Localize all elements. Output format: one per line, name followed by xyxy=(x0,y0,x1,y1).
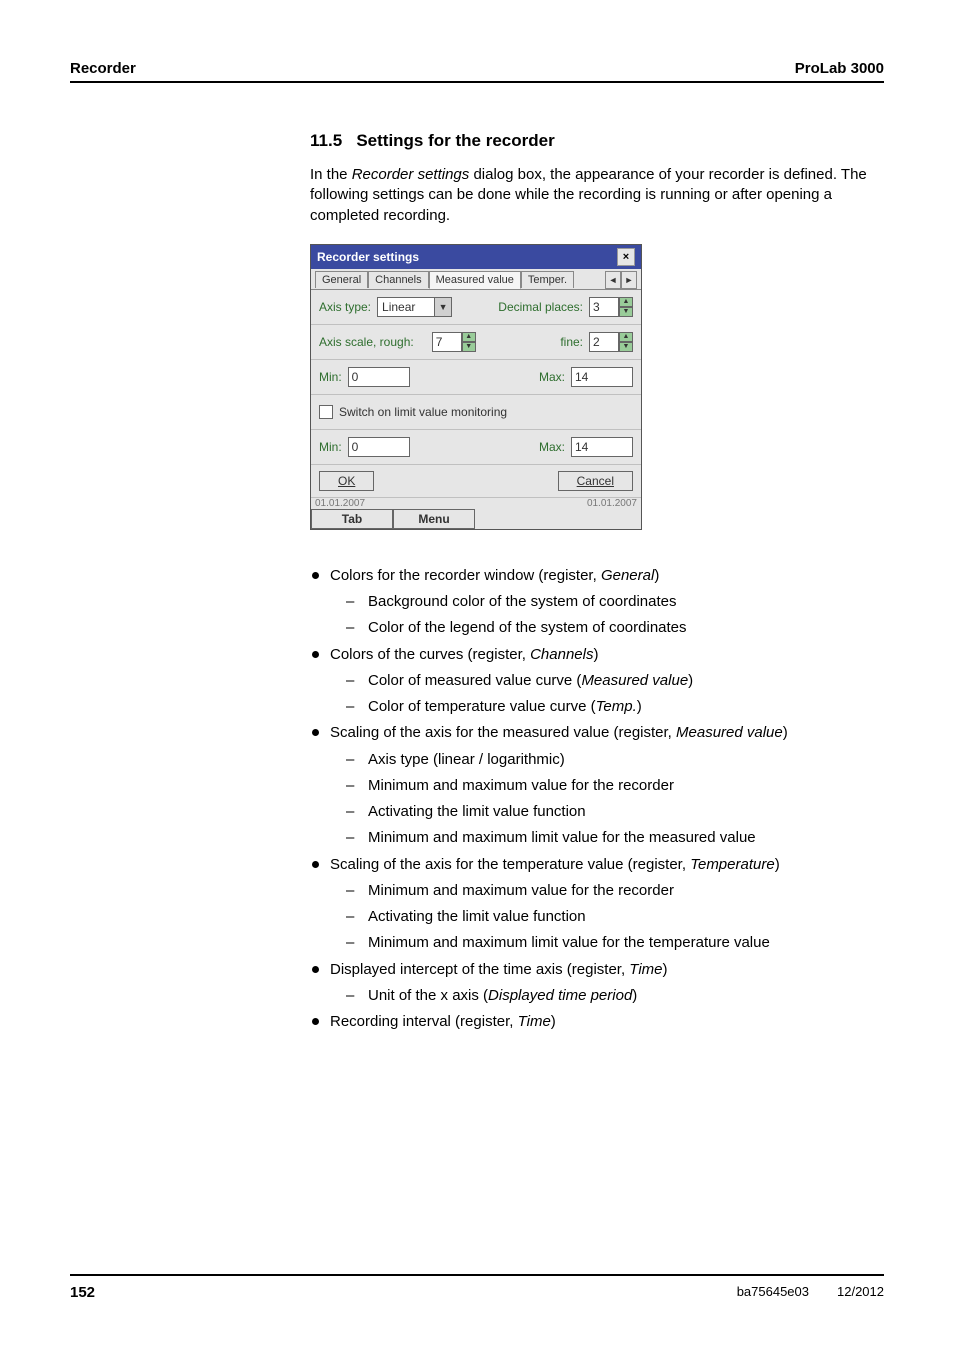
max-input-1[interactable]: 14 xyxy=(571,367,633,387)
page-number: 152 xyxy=(70,1284,95,1301)
decimal-places-stepper[interactable]: 3 ▲▼ xyxy=(589,297,633,317)
max-input-2[interactable]: 14 xyxy=(571,437,633,457)
step-down-icon[interactable]: ▼ xyxy=(619,307,633,317)
recorder-settings-dialog: Recorder settings × General Channels Mea… xyxy=(310,244,642,530)
min-label-2: Min: xyxy=(319,440,342,454)
step-down-icon[interactable]: ▼ xyxy=(462,342,476,352)
axis-type-label: Axis type: xyxy=(319,300,371,314)
min-input-2[interactable]: 0 xyxy=(348,437,410,457)
dialog-title: Recorder settings xyxy=(317,250,419,264)
fine-stepper[interactable]: 2 ▲▼ xyxy=(589,332,633,352)
dialog-tabs: General Channels Measured value Temper. … xyxy=(311,269,641,290)
tab-softkey[interactable]: Tab xyxy=(311,509,393,529)
tab-channels[interactable]: Channels xyxy=(368,271,428,288)
limit-checkbox[interactable] xyxy=(319,405,333,419)
section-heading: 11.5 Settings for the recorder xyxy=(310,131,870,151)
axis-scale-rough-label: Axis scale, rough: xyxy=(319,335,414,349)
status-right: 01.01.2007 xyxy=(587,498,637,509)
tab-temperature[interactable]: Temper. xyxy=(521,271,574,288)
footer-rule xyxy=(70,1274,884,1276)
tab-measured-value[interactable]: Measured value xyxy=(429,271,521,289)
step-down-icon[interactable]: ▼ xyxy=(619,342,633,352)
menu-softkey[interactable]: Menu xyxy=(393,509,475,529)
close-icon[interactable]: × xyxy=(617,248,635,266)
min-input-1[interactable]: 0 xyxy=(348,367,410,387)
decimal-places-label: Decimal places: xyxy=(498,300,583,314)
ok-button[interactable]: OK xyxy=(319,471,374,491)
header-right: ProLab 3000 xyxy=(795,60,884,77)
fine-label: fine: xyxy=(560,335,583,349)
axis-scale-rough-stepper[interactable]: 7 ▲▼ xyxy=(432,332,476,352)
cancel-button[interactable]: Cancel xyxy=(558,471,633,491)
step-up-icon[interactable]: ▲ xyxy=(619,297,633,307)
header-rule xyxy=(70,81,884,83)
step-up-icon[interactable]: ▲ xyxy=(619,332,633,342)
max-label-1: Max: xyxy=(539,370,565,384)
max-label-2: Max: xyxy=(539,440,565,454)
tab-scroll-left-icon[interactable]: ◄ xyxy=(605,271,621,289)
limit-checkbox-label: Switch on limit value monitoring xyxy=(339,405,507,419)
intro-paragraph: In the Recorder settings dialog box, the… xyxy=(310,165,870,226)
tab-general[interactable]: General xyxy=(315,271,368,288)
footer-date: 12/2012 xyxy=(837,1284,884,1301)
feature-list: Colors for the recorder window (register… xyxy=(310,566,870,1033)
status-left: 01.01.2007 xyxy=(315,498,365,509)
min-label-1: Min: xyxy=(319,370,342,384)
axis-type-select[interactable]: Linear ▼ xyxy=(377,297,452,317)
tab-scroll-right-icon[interactable]: ► xyxy=(621,271,637,289)
header-left: Recorder xyxy=(70,60,136,77)
footer-docid: ba75645e03 xyxy=(737,1284,809,1301)
step-up-icon[interactable]: ▲ xyxy=(462,332,476,342)
chevron-down-icon[interactable]: ▼ xyxy=(434,298,451,316)
